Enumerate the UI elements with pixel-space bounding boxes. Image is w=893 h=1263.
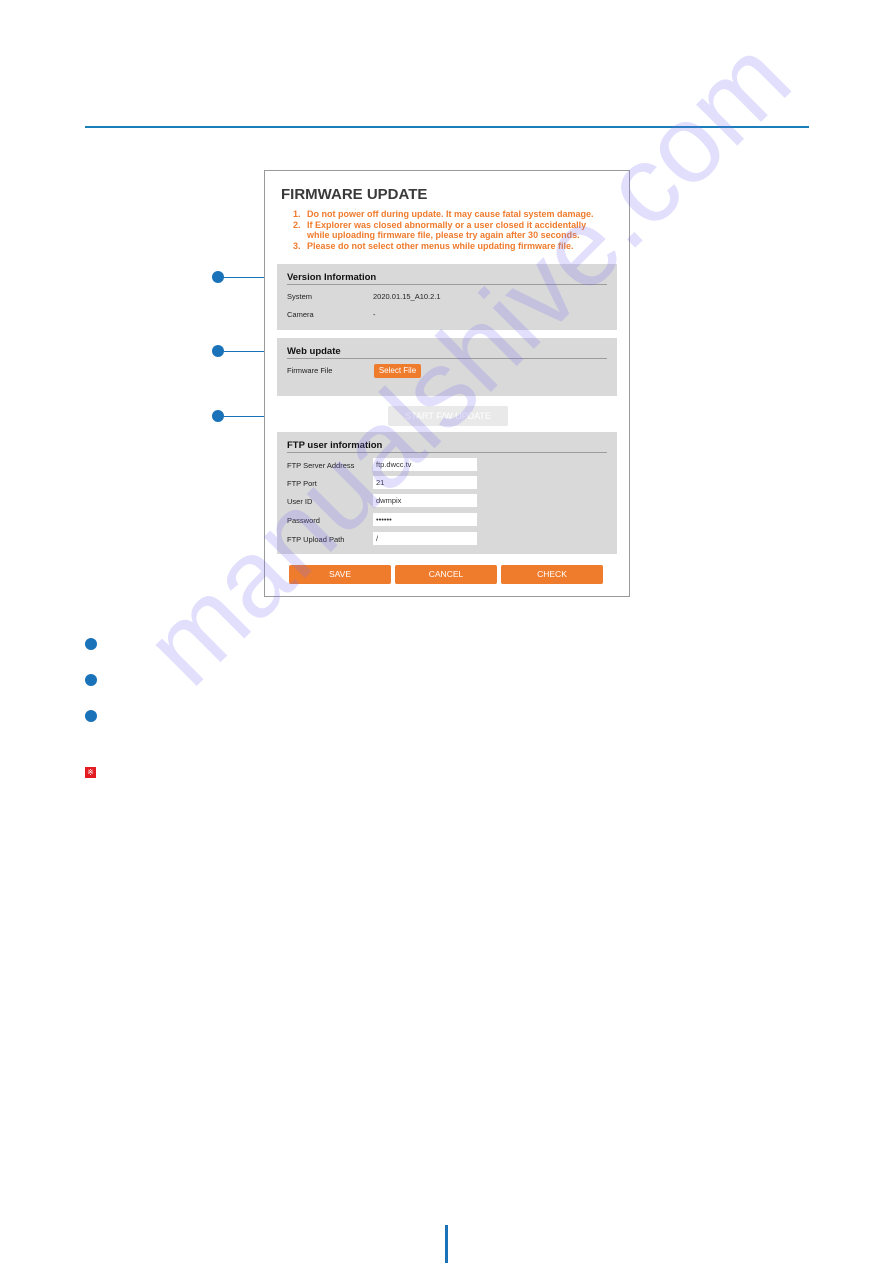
- callout-marker-2: [212, 345, 224, 357]
- page-title: FIRMWARE UPDATE: [281, 186, 428, 203]
- warning-text: Do not power off during update. It may c…: [307, 209, 594, 219]
- callout-marker-1: [212, 271, 224, 283]
- warning-item: 2. If Explorer was closed abnormally or …: [293, 220, 593, 241]
- section-title: Web update: [287, 346, 341, 357]
- camera-label: Camera: [287, 310, 314, 319]
- ftp-port-label: FTP Port: [287, 479, 317, 488]
- section-divider: [287, 358, 607, 359]
- firmware-file-label: Firmware File: [287, 366, 333, 375]
- warning-number: 2.: [293, 219, 301, 230]
- camera-version-value: -: [373, 310, 376, 319]
- password-label: Password: [287, 516, 320, 525]
- header-rule: [85, 126, 809, 128]
- note-icon: ※: [85, 767, 96, 778]
- ftp-port-input[interactable]: [373, 476, 477, 489]
- firmware-update-panel: FIRMWARE UPDATE 1. Do not power off duri…: [264, 170, 630, 597]
- section-divider: [287, 452, 607, 453]
- ftp-upload-path-input[interactable]: [373, 532, 477, 545]
- system-version-value: 2020.01.15_A10.2.1: [373, 292, 441, 301]
- section-divider: [287, 284, 607, 285]
- system-label: System: [287, 292, 313, 301]
- version-information-section: Version Information System 2020.01.15_A1…: [277, 264, 617, 330]
- warning-text: Please do not select other menus while u…: [307, 240, 574, 251]
- ftp-server-address-input[interactable]: [373, 458, 477, 471]
- legend-marker-3: [85, 710, 97, 722]
- start-fw-update-button[interactable]: START F/W UPDATE: [388, 406, 508, 426]
- ftp-upload-path-label: FTP Upload Path: [287, 535, 345, 544]
- warning-number: 3.: [293, 240, 301, 251]
- callout-marker-3: [212, 410, 224, 422]
- page-footer-bar: [445, 1225, 448, 1263]
- save-button[interactable]: SAVE: [289, 565, 391, 584]
- cancel-button[interactable]: CANCEL: [395, 565, 497, 584]
- warning-number: 1.: [293, 209, 301, 219]
- legend-marker-1: [85, 638, 97, 650]
- section-title: FTP user information: [287, 440, 383, 451]
- ftp-user-information-section: FTP user information FTP Server Address …: [277, 432, 617, 554]
- user-id-input[interactable]: [373, 494, 477, 507]
- legend-marker-2: [85, 674, 97, 686]
- password-input[interactable]: [373, 513, 477, 526]
- warning-item: 3. Please do not select other menus whil…: [293, 241, 594, 252]
- web-update-section: Web update Firmware File Select File: [277, 338, 617, 396]
- user-id-label: User ID: [287, 497, 313, 506]
- select-file-button[interactable]: Select File: [374, 364, 421, 378]
- section-title: Version Information: [287, 272, 377, 283]
- warning-list: 1. Do not power off during update. It ma…: [293, 209, 594, 251]
- warning-item: 1. Do not power off during update. It ma…: [293, 209, 594, 220]
- ftp-server-address-label: FTP Server Address: [287, 461, 355, 470]
- check-button[interactable]: CHECK: [501, 565, 603, 584]
- warning-text: If Explorer was closed abnormally or a u…: [307, 219, 587, 241]
